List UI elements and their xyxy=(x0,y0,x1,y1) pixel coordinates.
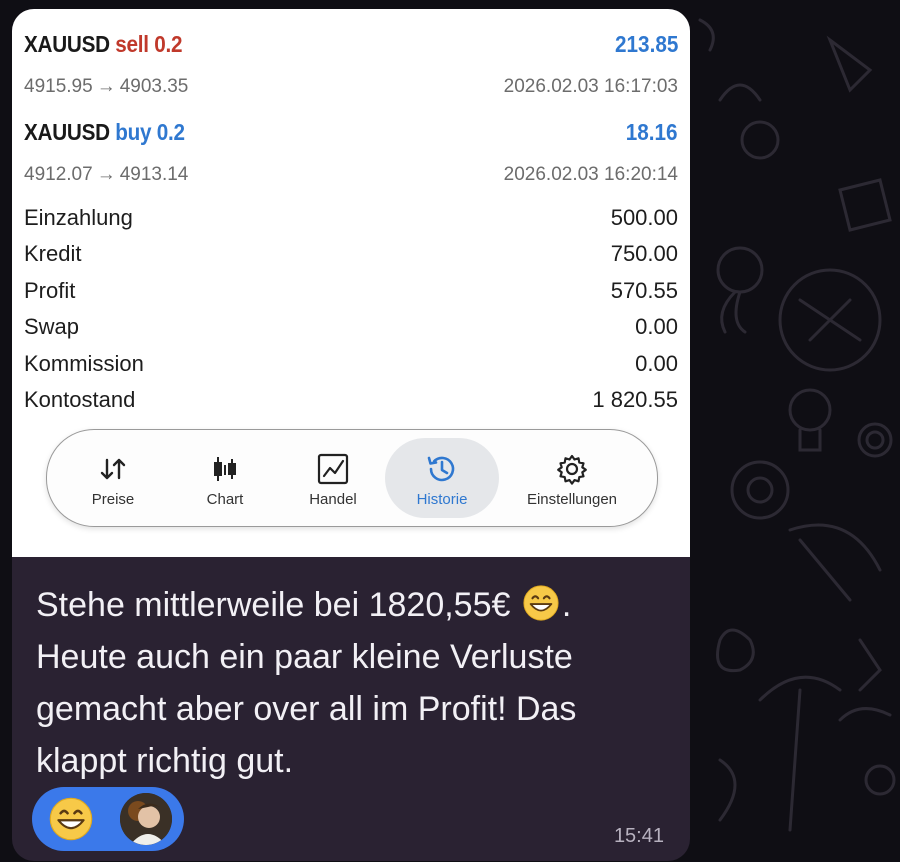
tab-einstellungen[interactable]: Einstellungen xyxy=(507,430,637,526)
message-punctuation: . xyxy=(561,586,572,624)
grinning-face-icon xyxy=(523,585,559,621)
trade-symbol: XAUUSD sell 0.2 xyxy=(24,31,183,57)
summary-label: Kommission xyxy=(24,350,144,376)
trade-side: sell xyxy=(115,31,149,57)
message-line: Heute auch ein paar kleine Verluste xyxy=(36,638,573,676)
arrow-right-icon: → xyxy=(96,76,116,97)
message-text: Stehe mittlerweile bei 1820,55€ . Heute … xyxy=(36,579,676,787)
trade-entry-sell: XAUUSD sell 0.2 213.85 4915.95 → 4903.35 2… xyxy=(24,31,678,111)
tab-handel[interactable]: Handel xyxy=(279,430,387,526)
summary-value: 1 820.55 xyxy=(592,386,678,412)
open-price: 4915.95 xyxy=(24,76,93,97)
summary-label: Kontostand xyxy=(24,386,136,412)
tab-label: Einstellungen xyxy=(526,491,618,508)
summary-value: 570.55 xyxy=(610,277,678,303)
summary-value: 500.00 xyxy=(610,205,678,230)
open-price: 4912.07 xyxy=(24,164,93,185)
summary-label: Swap xyxy=(24,314,80,340)
summary-label: Kredit xyxy=(24,241,82,267)
tab-label: Historie xyxy=(416,491,468,508)
tab-label: Preise xyxy=(91,491,135,508)
arrow-right-icon: → xyxy=(96,164,116,185)
trade-volume: 0.2 xyxy=(154,31,183,57)
summary-value: 750.00 xyxy=(610,241,678,267)
summary-label: Einzahlung xyxy=(24,205,133,230)
tab-chart[interactable]: Chart xyxy=(171,430,279,526)
trade-volume: 0.2 xyxy=(156,119,185,145)
close-price: 4903.35 xyxy=(119,76,189,97)
summary-row-swap: Swap 0.00 xyxy=(24,314,678,350)
message-line: gemacht aber over all im Profit! Das xyxy=(36,690,577,728)
summary-row-profit: Profit 570.55 xyxy=(24,278,678,314)
candlestick-icon xyxy=(214,457,236,481)
sort-arrows-icon xyxy=(100,458,126,480)
trade-time: 2026.02.03 16:20:14 xyxy=(503,164,678,185)
trade-profit: 18.16 xyxy=(626,119,678,145)
message-line: Stehe mittlerweile bei 1820,55€ xyxy=(36,586,511,624)
trade-profit: 213.85 xyxy=(614,31,678,57)
tab-label: Chart xyxy=(206,491,244,508)
trade-entry-buy: XAUUSD buy 0.2 18.16 4912.07 → 4913.14 202… xyxy=(24,119,678,199)
summary-value: 0.00 xyxy=(635,314,678,340)
avatar[interactable] xyxy=(120,793,172,845)
message-line: klappt richtig gut. xyxy=(36,742,294,780)
summary-row-balance: Kontostand 1 820.55 xyxy=(24,387,678,423)
summary-row-credit: Kredit 750.00 xyxy=(24,241,678,277)
tab-preise[interactable]: Preise xyxy=(55,430,171,526)
tab-historie[interactable]: Historie xyxy=(383,430,501,526)
history-clock-icon xyxy=(427,456,455,482)
gear-icon xyxy=(557,454,587,485)
message-bubble: XAUUSD sell 0.2 213.85 4915.95 → 4903.35 2… xyxy=(12,9,690,861)
account-summary: Einzahlung 500.00 Kredit 750.00 Profit 5… xyxy=(24,205,678,423)
trade-prices: 4915.95 → 4903.35 xyxy=(24,76,188,98)
close-price: 4913.14 xyxy=(119,164,189,185)
trade-chart-icon xyxy=(317,453,349,485)
summary-row-commission: Kommission 0.00 xyxy=(24,351,678,387)
summary-value: 0.00 xyxy=(635,350,678,376)
trading-screenshot: XAUUSD sell 0.2 213.85 4915.95 → 4903.35 2… xyxy=(12,9,690,557)
summary-label: Profit xyxy=(24,277,76,303)
avatar-photo xyxy=(120,793,172,845)
bottom-tab-bar: Preise Chart Handel Historie Einstellung… xyxy=(46,429,658,527)
tab-label: Handel xyxy=(309,491,357,508)
message-timestamp: 15:41 xyxy=(613,825,664,847)
trade-side: buy xyxy=(115,119,152,145)
summary-row-deposit: Einzahlung 500.00 xyxy=(24,205,678,241)
grinning-face-icon xyxy=(49,797,93,841)
trade-prices: 4912.07 → 4913.14 xyxy=(24,164,188,186)
trade-time: 2026.02.03 16:17:03 xyxy=(503,76,678,97)
trade-symbol: XAUUSD buy 0.2 xyxy=(24,119,185,145)
reaction-chip[interactable] xyxy=(32,787,184,851)
